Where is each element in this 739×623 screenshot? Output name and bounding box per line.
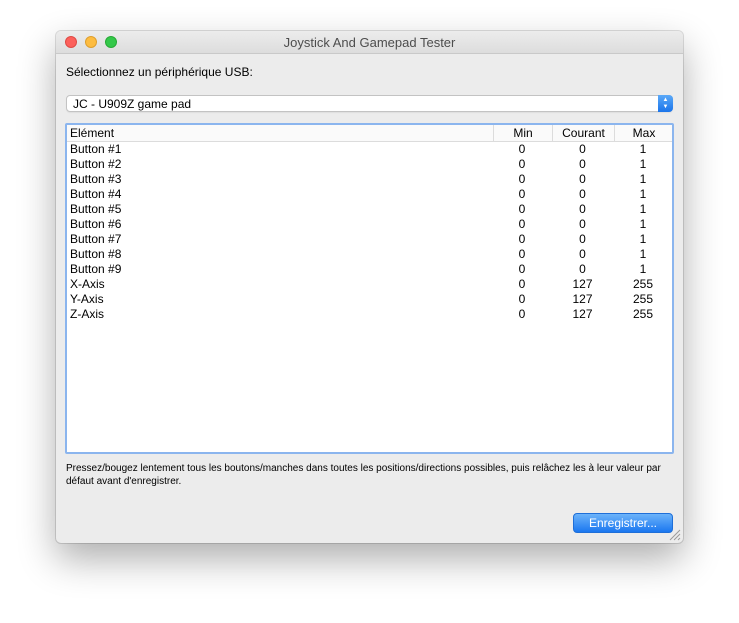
row-max-value: 1 (639, 247, 647, 261)
row-max-value: 1 (639, 202, 647, 216)
close-icon[interactable] (65, 36, 77, 48)
row-min-value: 0 (518, 277, 526, 291)
row-max-value: 1 (639, 232, 647, 246)
row-current-value: 0 (579, 187, 586, 201)
row-max-value: 1 (639, 262, 647, 276)
table-row[interactable]: X-Axis 0 127 255 (67, 277, 672, 292)
row-element-name: Button #2 (70, 157, 122, 171)
row-element-name: Button #9 (70, 262, 122, 276)
table-row[interactable]: Button #5 0 0 1 (67, 202, 672, 217)
table-header: Elément Min Courant Max (67, 125, 672, 142)
table-row[interactable]: Button #2 0 0 1 (67, 157, 672, 172)
row-current-value: 0 (579, 232, 586, 246)
zoom-icon[interactable] (105, 36, 117, 48)
row-current-value: 0 (579, 157, 586, 171)
column-header-min[interactable]: Min (493, 125, 552, 141)
row-max-value: 1 (639, 187, 647, 201)
row-min-value: 0 (518, 157, 526, 171)
device-select-value: JC - U909Z game pad (73, 97, 192, 111)
window-title: Joystick And Gamepad Tester (283, 35, 456, 50)
row-element-name: Y-Axis (70, 292, 104, 306)
table-row[interactable]: Z-Axis 0 127 255 (67, 307, 672, 322)
row-element-name: Button #5 (70, 202, 122, 216)
row-min-value: 0 (518, 307, 526, 321)
row-current-value: 0 (579, 217, 586, 231)
chevron-up-down-icon[interactable]: ▲ ▼ (658, 95, 673, 112)
table-row[interactable]: Button #7 0 0 1 (67, 232, 672, 247)
device-select[interactable]: JC - U909Z game pad ▲ ▼ (66, 95, 673, 112)
minimize-icon[interactable] (85, 36, 97, 48)
table-row[interactable]: Button #1 0 0 1 (67, 142, 672, 157)
row-current-value: 0 (579, 142, 586, 156)
column-header-element[interactable]: Elément (70, 125, 490, 141)
row-element-name: Button #8 (70, 247, 122, 261)
row-max-value: 1 (639, 157, 647, 171)
table-row[interactable]: Y-Axis 0 127 255 (67, 292, 672, 307)
row-max-value: 255 (632, 307, 654, 321)
row-current-value: 127 (572, 292, 593, 306)
instructions-text: Pressez/bougez lentement tous les bouton… (66, 463, 661, 487)
table-row[interactable]: Button #3 0 0 1 (67, 172, 672, 187)
row-current-value: 127 (572, 277, 593, 291)
row-element-name: X-Axis (70, 277, 105, 291)
row-min-value: 0 (518, 217, 526, 231)
table-row[interactable]: Button #4 0 0 1 (67, 187, 672, 202)
row-min-value: 0 (518, 142, 526, 156)
row-current-value: 127 (572, 307, 593, 321)
row-min-value: 0 (518, 202, 526, 216)
table-row[interactable]: Button #6 0 0 1 (67, 217, 672, 232)
row-current-value: 0 (579, 247, 586, 261)
row-min-value: 0 (518, 247, 526, 261)
row-max-value: 1 (639, 172, 647, 186)
column-header-max[interactable]: Max (614, 125, 672, 141)
title-bar[interactable]: Joystick And Gamepad Tester (56, 31, 683, 54)
row-element-name: Button #3 (70, 172, 122, 186)
row-max-value: 1 (639, 217, 647, 231)
row-min-value: 0 (518, 172, 526, 186)
row-element-name: Button #6 (70, 217, 122, 231)
row-max-value: 255 (632, 277, 654, 291)
row-element-name: Button #4 (70, 187, 122, 201)
row-current-value: 0 (579, 262, 586, 276)
row-max-value: 255 (632, 292, 654, 306)
resize-grip-icon[interactable] (667, 527, 681, 541)
elements-table[interactable]: Elément Min Courant Max Button #1 0 0 1 Butt… (65, 123, 674, 454)
table-row[interactable]: Button #9 0 0 1 (67, 262, 672, 277)
row-min-value: 0 (518, 232, 526, 246)
device-label: Sélectionnez un périphérique USB: (66, 65, 253, 79)
row-current-value: 0 (579, 202, 586, 216)
table-row[interactable]: Button #8 0 0 1 (67, 247, 672, 262)
row-element-name: Button #7 (70, 232, 122, 246)
row-min-value: 0 (518, 262, 526, 276)
row-min-value: 0 (518, 292, 526, 306)
save-button[interactable]: Enregistrer... (573, 513, 673, 533)
table-body: Button #1 0 0 1 Button #2 0 0 1 Button #3 0 0 1 Butt… (67, 142, 672, 322)
app-window: Joystick And Gamepad Tester Sélectionnez… (56, 31, 683, 543)
row-element-name: Z-Axis (70, 307, 104, 321)
row-min-value: 0 (518, 187, 526, 201)
column-header-current[interactable]: Courant (552, 125, 614, 141)
row-current-value: 0 (579, 172, 586, 186)
row-max-value: 1 (639, 142, 647, 156)
row-element-name: Button #1 (70, 142, 122, 156)
